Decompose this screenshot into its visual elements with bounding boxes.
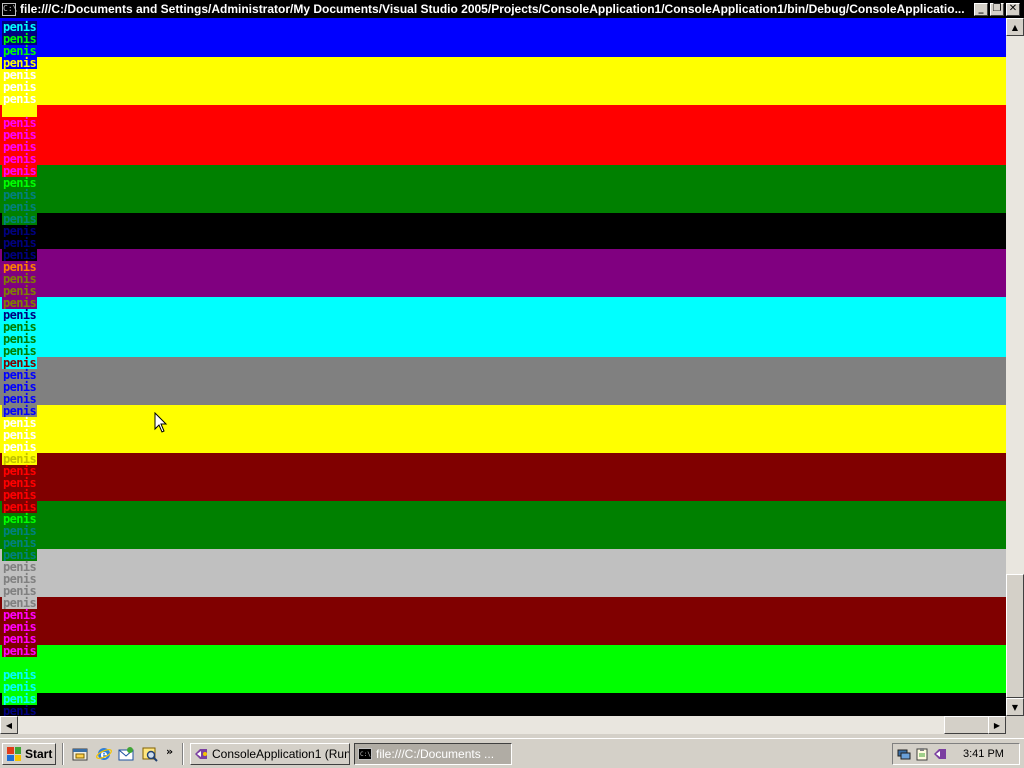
start-button[interactable]: Start	[2, 743, 56, 765]
visual-studio-tray-icon[interactable]	[933, 747, 947, 761]
svg-text:C:\: C:\	[360, 751, 371, 758]
vertical-scroll-thumb[interactable]	[1006, 574, 1024, 698]
search-icon[interactable]	[142, 746, 158, 762]
console-color-band	[0, 18, 1006, 57]
scrollbar-corner	[1006, 716, 1024, 734]
system-tray: 3:41 PM	[892, 743, 1020, 765]
console-color-band	[0, 165, 1006, 213]
scroll-right-button[interactable]: ▶	[988, 716, 1006, 734]
clock[interactable]: 3:41 PM	[963, 748, 1004, 760]
horizontal-scrollbar[interactable]: ◀ ▶	[0, 716, 1006, 734]
mouse-cursor-icon	[154, 412, 168, 433]
taskbar-separator	[62, 743, 64, 765]
vertical-scrollbar[interactable]: ▲ ▼	[1006, 18, 1024, 716]
windows-logo-icon	[7, 747, 21, 761]
start-label: Start	[25, 747, 53, 761]
console-icon: C:\	[358, 748, 372, 760]
minimize-button[interactable]: _	[974, 2, 988, 16]
task-label: file:///C:/Documents ...	[376, 747, 495, 761]
scroll-down-button[interactable]: ▼	[1006, 698, 1024, 716]
console-color-band	[0, 297, 1006, 357]
console-app-icon[interactable]: C:\	[2, 2, 17, 16]
console-color-band	[0, 549, 1006, 597]
internet-explorer-icon[interactable]: e	[96, 746, 112, 762]
console-color-band	[0, 501, 1006, 549]
taskbar: Start e » ConsoleApplication1 (Run... C:…	[0, 738, 1024, 768]
quicklaunch-chevron[interactable]: »	[166, 745, 173, 758]
console-color-band	[0, 597, 1006, 645]
clipboard-icon[interactable]	[915, 747, 929, 761]
console-color-band	[0, 357, 1006, 405]
console-line: penis	[2, 704, 38, 716]
visual-studio-icon	[195, 749, 207, 759]
title-bar[interactable]: C:\ file:///C:/Documents and Settings/Ad…	[0, 0, 1024, 18]
window-title: file:///C:/Documents and Settings/Admini…	[20, 2, 965, 16]
console-color-band	[0, 213, 1006, 249]
show-desktop-icon[interactable]	[72, 746, 88, 762]
console-color-band	[0, 105, 1006, 165]
console-color-band	[0, 693, 1006, 716]
network-icon[interactable]	[897, 747, 911, 761]
console-color-band	[0, 645, 1006, 693]
scroll-left-button[interactable]: ◀	[0, 716, 18, 734]
console-color-band	[0, 405, 1006, 453]
console-color-band	[0, 57, 1006, 105]
taskbar-separator	[182, 743, 184, 765]
horizontal-scroll-thumb[interactable]	[944, 716, 990, 734]
scroll-up-button[interactable]: ▲	[1006, 18, 1024, 36]
console-output[interactable]: penis penis penis penis penis penis penis penis…	[0, 18, 1006, 716]
maximize-button[interactable]: ❐	[990, 2, 1004, 16]
task-button-visual-studio[interactable]: ConsoleApplication1 (Run...	[190, 743, 350, 765]
task-button-console[interactable]: C:\ file:///C:/Documents ...	[354, 743, 512, 765]
task-label: ConsoleApplication1 (Run...	[212, 747, 350, 761]
outlook-express-icon[interactable]	[118, 746, 134, 762]
console-color-band	[0, 249, 1006, 297]
console-color-band	[0, 453, 1006, 501]
close-button[interactable]: ✕	[1006, 2, 1020, 16]
